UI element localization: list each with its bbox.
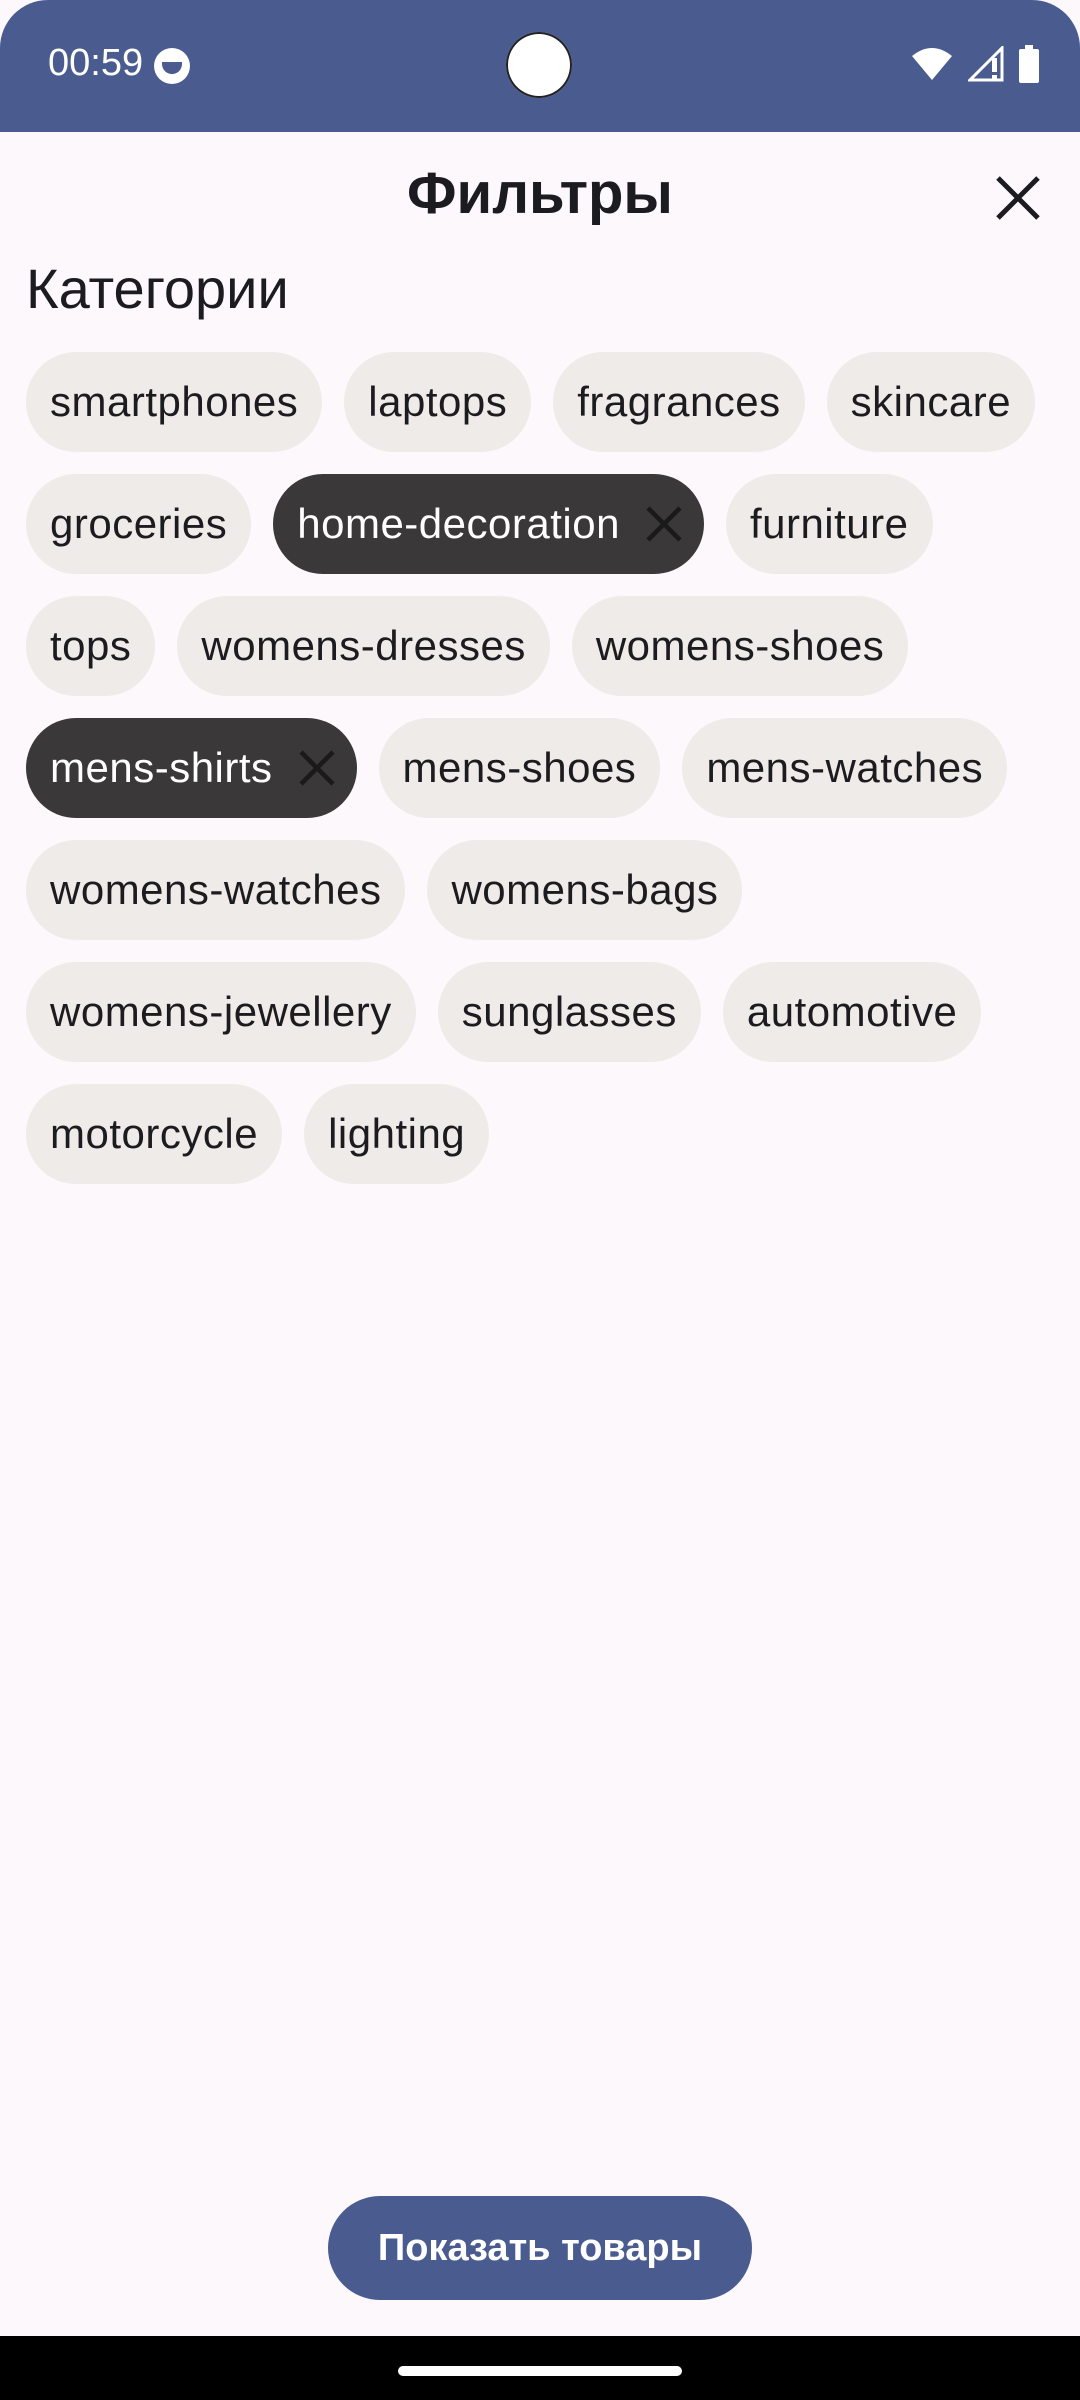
category-chip-laptops[interactable]: laptops (344, 352, 532, 452)
close-button[interactable] (990, 170, 1046, 226)
chip-label: fragrances (577, 378, 781, 425)
chip-label: furniture (749, 500, 909, 547)
chip-label: mens-shirts (50, 744, 273, 791)
category-chip-tops[interactable]: tops (26, 596, 156, 696)
filters-header: Фильтры (0, 132, 1080, 262)
chip-label: womens-bags (451, 866, 719, 913)
chip-label: skincare (850, 378, 1012, 425)
status-bar: 00:59 (0, 0, 1080, 132)
category-chip-groceries[interactable]: groceries (26, 474, 252, 574)
category-chip-womens-jewellery[interactable]: womens-jewellery (26, 962, 416, 1062)
category-chip-home-decoration[interactable]: home-decoration (273, 474, 704, 574)
show-products-button[interactable]: Показать товары (328, 2196, 752, 2300)
navigation-bar (0, 2336, 1080, 2400)
chip-label: laptops (368, 378, 508, 425)
category-chip-womens-dresses[interactable]: womens-dresses (177, 596, 550, 696)
chip-label: lighting (328, 1110, 466, 1157)
chip-label: sunglasses (461, 988, 677, 1035)
category-chip-motorcycle[interactable]: motorcycle (26, 1084, 283, 1184)
chip-label: home-decoration (297, 500, 620, 547)
face-icon (154, 48, 190, 84)
category-chip-skincare[interactable]: skincare (826, 352, 1036, 452)
battery-icon (1019, 45, 1039, 83)
category-chip-mens-shirts[interactable]: mens-shirts (26, 718, 357, 818)
category-chip-mens-watches[interactable]: mens-watches (682, 718, 1008, 818)
category-chip-smartphones[interactable]: smartphones (26, 352, 323, 452)
category-chip-lighting[interactable]: lighting (304, 1084, 490, 1184)
chip-label: womens-dresses (201, 622, 526, 669)
remove-icon[interactable] (642, 502, 686, 546)
chip-label: groceries (50, 500, 228, 547)
category-chip-group: smartphones laptops fragrances skincare groc… (26, 352, 1056, 1184)
camera-cutout (506, 32, 572, 98)
category-chip-mens-shoes[interactable]: mens-shoes (378, 718, 661, 818)
category-chip-automotive[interactable]: automotive (722, 962, 982, 1062)
chip-label: mens-watches (706, 744, 984, 791)
category-chip-womens-bags[interactable]: womens-bags (427, 840, 743, 940)
category-chip-womens-shoes[interactable]: womens-shoes (571, 596, 909, 696)
close-icon (996, 176, 1040, 220)
remove-icon[interactable] (295, 746, 339, 790)
page-title: Фильтры (407, 161, 673, 226)
chip-label: womens-watches (50, 866, 382, 913)
category-chip-furniture[interactable]: furniture (725, 474, 933, 574)
chip-label: tops (50, 622, 132, 669)
chip-label: mens-shoes (402, 744, 637, 791)
chip-label: motorcycle (50, 1110, 259, 1157)
category-chip-womens-watches[interactable]: womens-watches (26, 840, 406, 940)
home-handle[interactable] (398, 2366, 682, 2376)
status-time: 00:59 (48, 42, 144, 84)
categories-title: Категории (26, 257, 289, 320)
category-chip-fragrances[interactable]: fragrances (553, 352, 805, 452)
chip-label: smartphones (50, 378, 299, 425)
chip-label: womens-jewellery (50, 988, 392, 1035)
category-chip-sunglasses[interactable]: sunglasses (437, 962, 701, 1062)
signal-icon (968, 46, 1004, 82)
wifi-icon (912, 48, 952, 80)
status-icons (910, 44, 1040, 84)
chip-label: womens-shoes (595, 622, 885, 669)
chip-label: automotive (746, 988, 958, 1035)
